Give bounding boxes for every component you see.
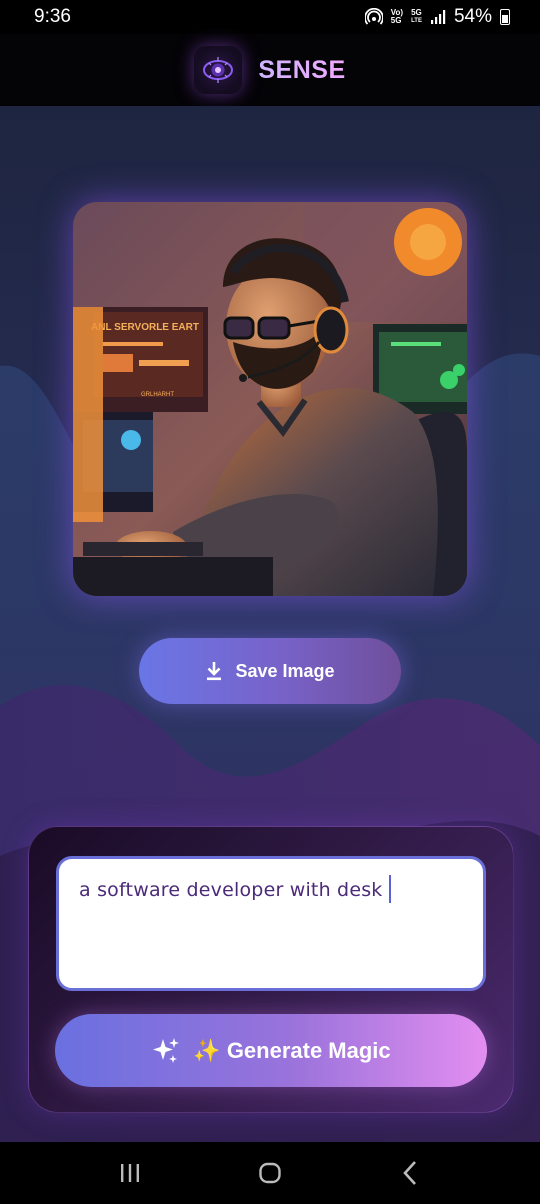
signal-icon [430,10,446,24]
eye-logo-icon [194,46,243,94]
app-header: SENSE [0,34,540,106]
network-type-indicator: 5G LTE [411,9,422,25]
download-icon [207,662,222,681]
recents-button[interactable] [100,1153,160,1193]
generate-magic-label: ✨ Generate Magic [193,1037,391,1063]
recents-icon [121,1164,139,1182]
battery-percent: 54% [453,6,492,27]
main-canvas: ANL SERVORLE EART GRLHARHT Save Image a … [0,106,540,1142]
volte-bottom: 5G [390,16,402,25]
prompt-input-value: a software developer with desk [79,879,383,901]
save-image-button[interactable]: Save Image [139,638,401,704]
save-image-label: Save Image [235,660,335,681]
generate-magic-button[interactable]: ✨ Generate Magic [55,1014,487,1087]
network-type-bottom: LTE [411,18,422,24]
generated-image[interactable]: ANL SERVORLE EART GRLHARHT [73,202,467,596]
sparkles-icon [153,1037,180,1063]
home-button[interactable] [240,1153,300,1193]
back-icon [403,1161,416,1185]
status-icons: Vo) 5G 5G LTE 54% [364,6,510,28]
screen-text: ANL SERVORLE EART [91,322,199,333]
hotspot-icon [364,8,383,25]
text-caret [388,874,391,903]
status-bar: 9:36 Vo) 5G 5G LTE 54% [0,0,540,34]
screen-text-2: GRLHARHT [141,392,174,398]
app-title: SENSE [258,55,346,84]
system-nav-bar [0,1142,540,1204]
home-icon [259,1162,281,1184]
network-type-top: 5G [411,8,422,17]
back-button[interactable] [380,1153,440,1193]
volte-indicator: Vo) 5G [391,9,403,25]
status-time: 9:36 [34,6,71,27]
prompt-panel: a software developer with desk ✨ Generat… [28,826,514,1113]
battery-icon [500,9,510,25]
prompt-input[interactable]: a software developer with desk [56,856,486,991]
